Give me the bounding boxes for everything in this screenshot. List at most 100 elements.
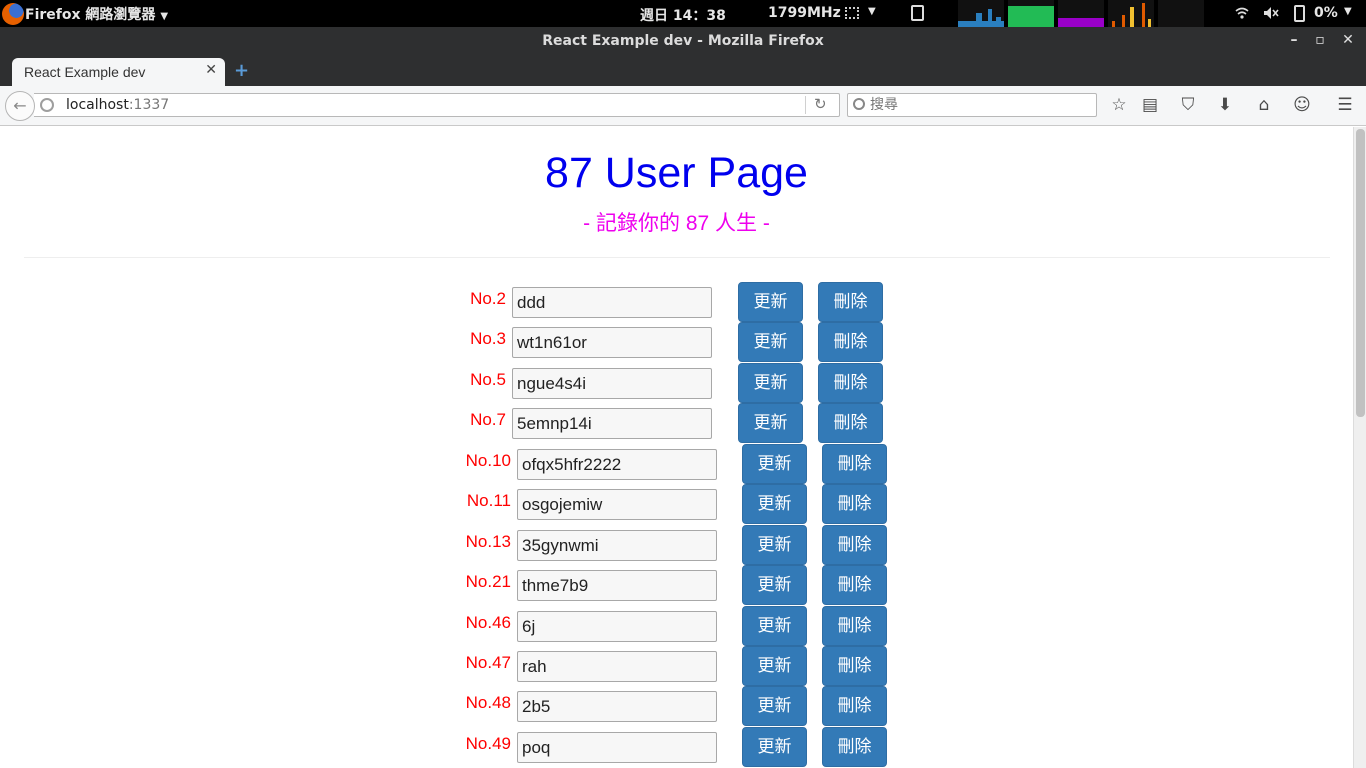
search-box[interactable] bbox=[847, 93, 1097, 117]
user-number-label: No.5 bbox=[470, 370, 506, 389]
download-icon[interactable]: ⬇ bbox=[1214, 94, 1236, 116]
window-title: React Example dev - Mozilla Firefox bbox=[542, 33, 824, 49]
update-button[interactable]: 更新 bbox=[742, 606, 807, 646]
update-button[interactable]: 更新 bbox=[738, 363, 803, 403]
clipboard-icon[interactable] bbox=[911, 5, 924, 21]
firefox-logo-icon[interactable] bbox=[2, 3, 24, 25]
user-row: No.7 更新刪除 bbox=[0, 403, 1353, 443]
user-number-label: No.11 bbox=[466, 491, 511, 510]
tab-react-example[interactable]: React Example dev ✕ bbox=[12, 58, 225, 86]
system-top-panel: Firefox 網路瀏覽器 ▼ 週日 14：38 1799MHz ▼ 0% ▼ bbox=[0, 0, 1366, 27]
minimize-icon[interactable]: – bbox=[1284, 30, 1304, 50]
user-name-input[interactable] bbox=[517, 489, 717, 520]
back-arrow-icon: ← bbox=[13, 96, 27, 115]
update-button[interactable]: 更新 bbox=[738, 403, 803, 443]
user-name-input[interactable] bbox=[517, 732, 717, 763]
url-bar[interactable]: localhost:1337 ↻ bbox=[34, 93, 840, 117]
volume-muted-icon[interactable] bbox=[1263, 6, 1279, 20]
chat-icon[interactable]: ☺ bbox=[1291, 94, 1313, 116]
reading-list-icon[interactable]: ▤ bbox=[1139, 94, 1161, 116]
user-row: No.11 更新刪除 bbox=[0, 484, 1353, 524]
url-port: :1337 bbox=[128, 97, 170, 113]
new-tab-icon[interactable]: + bbox=[234, 60, 249, 81]
page-title: 87 User Page bbox=[545, 149, 808, 197]
user-name-input[interactable] bbox=[512, 408, 712, 439]
delete-button[interactable]: 刪除 bbox=[818, 322, 883, 362]
user-name-input[interactable] bbox=[517, 611, 717, 642]
update-button[interactable]: 更新 bbox=[742, 484, 807, 524]
maximize-icon[interactable]: ▫ bbox=[1310, 30, 1330, 50]
wifi-icon[interactable] bbox=[1235, 6, 1249, 20]
bookmark-star-icon[interactable]: ☆ bbox=[1108, 94, 1130, 116]
user-name-input[interactable] bbox=[517, 449, 717, 480]
user-row: No.10 更新刪除 bbox=[0, 444, 1353, 484]
chevron-down-icon[interactable]: ▼ bbox=[1344, 6, 1352, 17]
user-number-label: No.3 bbox=[470, 329, 506, 348]
cpu-load-graph[interactable] bbox=[1108, 0, 1154, 27]
scrollbar-thumb[interactable] bbox=[1356, 129, 1365, 417]
user-number-label: No.7 bbox=[470, 410, 506, 429]
reload-icon[interactable]: ↻ bbox=[814, 95, 827, 113]
delete-button[interactable]: 刪除 bbox=[822, 525, 887, 565]
navigation-toolbar: localhost:1337 ↻ ← ☆ ▤ ⛉ ⬇ ⌂ ☺ ☰ bbox=[0, 86, 1366, 126]
update-button[interactable]: 更新 bbox=[742, 686, 807, 726]
window-title-bar: React Example dev - Mozilla Firefox – ▫ … bbox=[0, 27, 1366, 56]
delete-button[interactable]: 刪除 bbox=[822, 565, 887, 605]
update-button[interactable]: 更新 bbox=[742, 565, 807, 605]
app-menu[interactable]: Firefox 網路瀏覽器 ▼ bbox=[25, 4, 168, 24]
clock[interactable]: 週日 14：38 bbox=[640, 5, 726, 25]
battery-percentage[interactable]: 0% bbox=[1314, 5, 1338, 21]
delete-button[interactable]: 刪除 bbox=[822, 727, 887, 767]
user-name-input[interactable] bbox=[517, 570, 717, 601]
menu-hamburger-icon[interactable]: ☰ bbox=[1334, 94, 1356, 116]
user-number-label: No.21 bbox=[465, 572, 511, 591]
close-tab-icon[interactable]: ✕ bbox=[205, 62, 217, 78]
user-name-input[interactable] bbox=[512, 287, 712, 318]
update-button[interactable]: 更新 bbox=[742, 727, 807, 767]
url-separator bbox=[805, 96, 806, 114]
network-graph[interactable] bbox=[958, 0, 1004, 27]
site-identity-icon[interactable] bbox=[40, 98, 54, 112]
update-button[interactable]: 更新 bbox=[742, 525, 807, 565]
search-input[interactable] bbox=[870, 95, 1090, 115]
user-row: No.13 更新刪除 bbox=[0, 525, 1353, 565]
cpu-frequency[interactable]: 1799MHz bbox=[768, 5, 841, 21]
user-name-input[interactable] bbox=[517, 651, 717, 682]
delete-button[interactable]: 刪除 bbox=[822, 606, 887, 646]
user-row: No.48 更新刪除 bbox=[0, 686, 1353, 726]
update-button[interactable]: 更新 bbox=[742, 646, 807, 686]
vertical-scrollbar[interactable] bbox=[1353, 127, 1366, 768]
user-name-input[interactable] bbox=[517, 691, 717, 722]
memory-graph[interactable] bbox=[1008, 0, 1054, 27]
user-number-label: No.2 bbox=[470, 289, 506, 308]
load-graph[interactable] bbox=[1158, 0, 1204, 27]
delete-button[interactable]: 刪除 bbox=[818, 363, 883, 403]
update-button[interactable]: 更新 bbox=[738, 322, 803, 362]
search-icon bbox=[853, 98, 865, 110]
delete-button[interactable]: 刪除 bbox=[822, 686, 887, 726]
user-name-input[interactable] bbox=[517, 530, 717, 561]
user-number-label: No.48 bbox=[465, 693, 511, 712]
delete-button[interactable]: 刪除 bbox=[822, 484, 887, 524]
swap-graph[interactable] bbox=[1058, 0, 1104, 27]
delete-button[interactable]: 刪除 bbox=[818, 282, 883, 322]
pocket-icon[interactable]: ⛉ bbox=[1177, 94, 1199, 116]
update-button[interactable]: 更新 bbox=[742, 444, 807, 484]
user-number-label: No.47 bbox=[465, 653, 511, 672]
home-icon[interactable]: ⌂ bbox=[1253, 94, 1275, 116]
battery-icon[interactable] bbox=[1294, 5, 1305, 22]
update-button[interactable]: 更新 bbox=[738, 282, 803, 322]
app-menu-label: Firefox 網路瀏覽器 bbox=[25, 7, 156, 23]
delete-button[interactable]: 刪除 bbox=[822, 646, 887, 686]
close-window-icon[interactable]: ✕ bbox=[1338, 30, 1358, 50]
cpu-chip-icon bbox=[845, 7, 859, 19]
url-text[interactable]: localhost:1337 bbox=[66, 97, 169, 113]
delete-button[interactable]: 刪除 bbox=[818, 403, 883, 443]
delete-button[interactable]: 刪除 bbox=[822, 444, 887, 484]
chevron-down-icon[interactable]: ▼ bbox=[868, 6, 876, 17]
user-row: No.2 更新刪除 bbox=[0, 282, 1353, 322]
user-row: No.3 更新刪除 bbox=[0, 322, 1353, 362]
user-name-input[interactable] bbox=[512, 368, 712, 399]
user-name-input[interactable] bbox=[512, 327, 712, 358]
back-button[interactable]: ← bbox=[5, 91, 35, 121]
